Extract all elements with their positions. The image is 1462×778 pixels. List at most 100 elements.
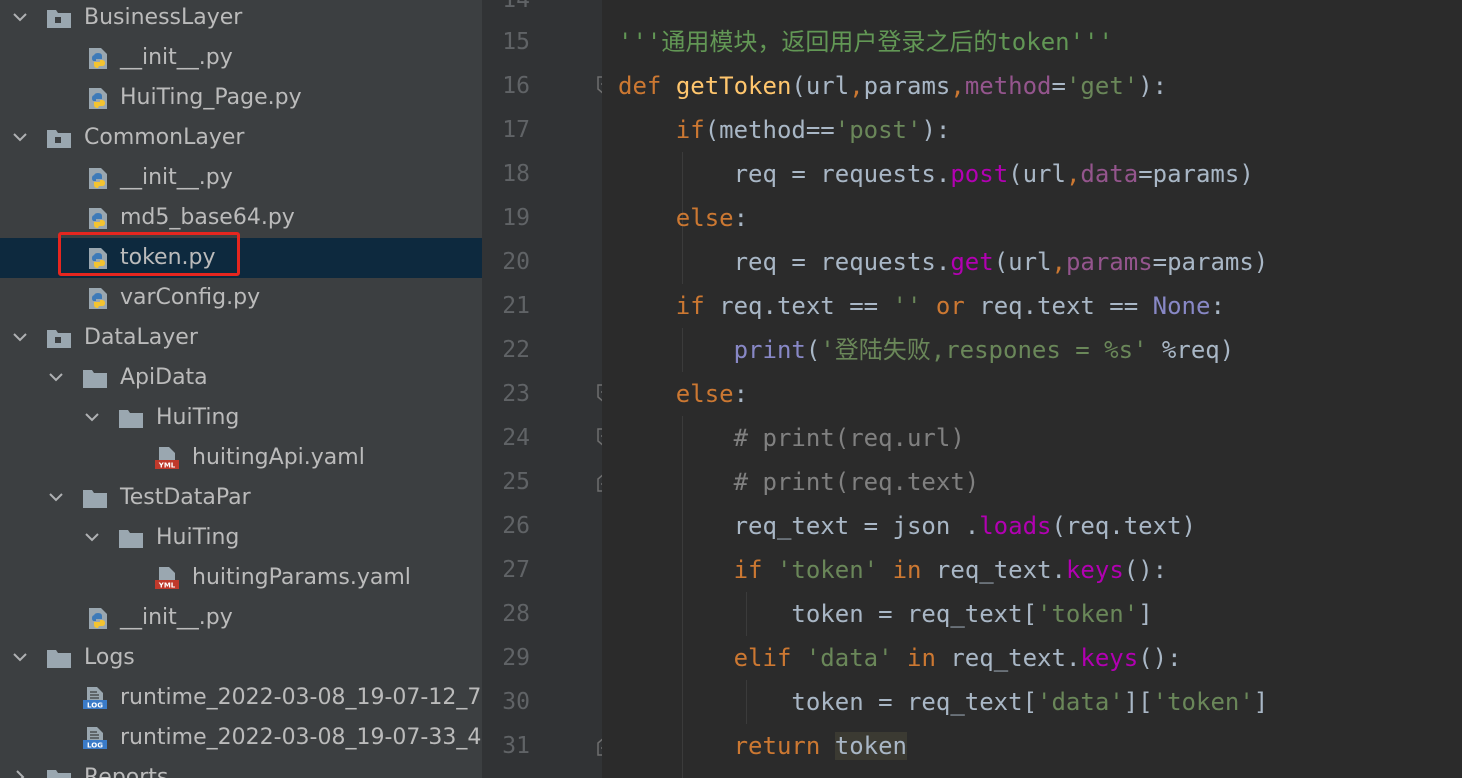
code-line: return token — [618, 724, 907, 768]
package-folder-icon — [47, 130, 71, 148]
chevron-right-icon[interactable] — [12, 769, 28, 778]
code-line-text: token = req_text['data']['token'] — [618, 688, 1269, 716]
tree-item-label: __init__.py — [120, 165, 233, 190]
tree-item-logs[interactable]: Logs — [0, 638, 482, 678]
tree-item-file[interactable]: __init__.py — [0, 38, 482, 78]
tree-item-file[interactable]: YML huitingApi.yaml — [0, 438, 482, 478]
tree-item-file[interactable]: HuiTing_Page.py — [0, 78, 482, 118]
code-line-text: else: — [675, 380, 749, 408]
line-number: 29 — [502, 645, 530, 671]
tree-item-reports[interactable]: Reports — [0, 758, 482, 778]
code-line: if 'token' in req_text.keys(): — [618, 548, 1168, 592]
chevron-down-icon[interactable] — [48, 489, 64, 505]
svg-text:YML: YML — [158, 582, 176, 590]
folder-icon — [83, 490, 107, 508]
line-number: 24 — [502, 425, 530, 451]
chevron-down-icon[interactable] — [84, 409, 100, 425]
tree-item-label: md5_base64.py — [120, 205, 295, 230]
folder-icon — [119, 410, 143, 428]
line-number: 25 — [502, 469, 530, 495]
tree-item-label: __init__.py — [120, 605, 233, 630]
code-line-text: # print(req.url) — [618, 424, 965, 452]
folder-icon — [47, 770, 71, 778]
python-file-icon — [89, 608, 107, 629]
package-folder-icon — [47, 10, 71, 28]
chevron-down-icon[interactable] — [84, 529, 100, 545]
yaml-file-icon: YML — [155, 447, 179, 470]
tree-item-label: HuiTing — [156, 405, 240, 430]
code-line-text: # print(req.text) — [618, 468, 980, 496]
code-line-text: token = req_text['token'] — [618, 600, 1153, 628]
line-number: 17 — [502, 117, 530, 143]
tree-item-label: huitingParams.yaml — [192, 565, 411, 590]
tree-item-label: HuiTing — [156, 525, 240, 550]
tree-item-huiting[interactable]: HuiTing — [0, 398, 482, 438]
tree-item-label: ApiData — [120, 365, 208, 390]
code-line: print('登陆失败,respones = %s' %req) — [618, 328, 1235, 372]
line-number: 19 — [502, 205, 530, 231]
tree-item-file[interactable]: __init__.py — [0, 158, 482, 198]
code-line-text: if req.text == '' or req.text == None: — [675, 292, 1225, 320]
log-file-icon: LOG — [83, 727, 107, 750]
line-number: 28 — [502, 601, 530, 627]
code-line: req = requests.post(url,data=params) — [618, 152, 1254, 196]
python-file-icon — [89, 288, 107, 309]
chevron-down-icon[interactable] — [12, 329, 28, 345]
tree-item-datalayer[interactable]: DataLayer — [0, 318, 482, 358]
tree-item-label: Reports — [84, 765, 169, 778]
chevron-down-icon[interactable] — [12, 649, 28, 665]
code-line: def getToken(url,params,method='get'): — [618, 64, 1167, 108]
tree-item-label: runtime_2022-03-08_19-07-33_4 — [120, 725, 482, 750]
tree-item-file[interactable]: varConfig.py — [0, 278, 482, 318]
code-line-text: req_text = json .loads(req.text) — [618, 512, 1196, 540]
tree-item-businesslayer[interactable]: BusinessLayer — [0, 0, 482, 38]
code-line: elif 'data' in req_text.keys(): — [618, 636, 1182, 680]
code-line: '''通用模块，返回用户登录之后的token''' — [618, 28, 1113, 56]
code-line-text: req = requests.post(url,data=params) — [618, 160, 1254, 188]
chevron-down-icon[interactable] — [48, 369, 64, 385]
line-number: 16 — [502, 73, 530, 99]
code-line: token = req_text['data']['token'] — [618, 680, 1268, 724]
line-number: 20 — [502, 249, 530, 275]
line-number: 23 — [502, 381, 530, 407]
code-line: # print(req.text) — [618, 460, 980, 504]
code-line: else: — [618, 372, 748, 416]
line-number: 27 — [502, 557, 530, 583]
folder-icon — [47, 650, 71, 668]
python-file-icon — [89, 48, 107, 69]
tree-item-file[interactable]: YML huitingParams.yaml — [0, 558, 482, 598]
package-folder-icon — [47, 330, 71, 348]
log-file-icon: LOG — [83, 687, 107, 710]
folder-icon — [119, 530, 143, 548]
tree-item-label: __init__.py — [120, 45, 233, 70]
tree-item-file[interactable]: __init__.py — [0, 598, 482, 638]
tree-item-label: DataLayer — [84, 325, 198, 350]
folder-icon — [83, 370, 107, 388]
code-line: if(method=='post'): — [618, 108, 951, 152]
code-line: else: — [618, 196, 748, 240]
line-number: 26 — [502, 513, 530, 539]
chevron-down-icon[interactable] — [12, 9, 28, 25]
line-number: 18 — [502, 161, 530, 187]
code-line-text: req = requests.get(url,params=params) — [618, 248, 1269, 276]
line-number: 21 — [502, 293, 530, 319]
code-line-text: else: — [675, 204, 749, 232]
tree-item-apidata[interactable]: ApiData — [0, 358, 482, 398]
tree-item-testdatapar[interactable]: TestDataPar — [0, 478, 482, 518]
code-line-text: print('登陆失败,respones = %s' %req) — [733, 336, 1235, 364]
tree-item-label: Logs — [84, 645, 135, 670]
code-line: req = requests.get(url,params=params) — [618, 240, 1269, 284]
tree-item-label: BusinessLayer — [84, 5, 243, 30]
line-number: 22 — [502, 337, 530, 363]
tree-item-file[interactable]: LOG runtime_2022-03-08_19-07-12_7 — [0, 678, 482, 718]
line-number: 31 — [502, 733, 530, 759]
code-line: token = req_text['token'] — [618, 592, 1153, 636]
tree-item-huiting[interactable]: HuiTing — [0, 518, 482, 558]
python-file-icon — [89, 208, 107, 229]
code-line-text: elif 'data' in req_text.keys(): — [733, 644, 1182, 672]
chevron-down-icon[interactable] — [12, 129, 28, 145]
tree-item-commonlayer[interactable]: CommonLayer — [0, 118, 482, 158]
svg-text:LOG: LOG — [87, 702, 103, 710]
tree-item-file[interactable]: LOG runtime_2022-03-08_19-07-33_4 — [0, 718, 482, 758]
tree-item-label: TestDataPar — [120, 485, 251, 510]
